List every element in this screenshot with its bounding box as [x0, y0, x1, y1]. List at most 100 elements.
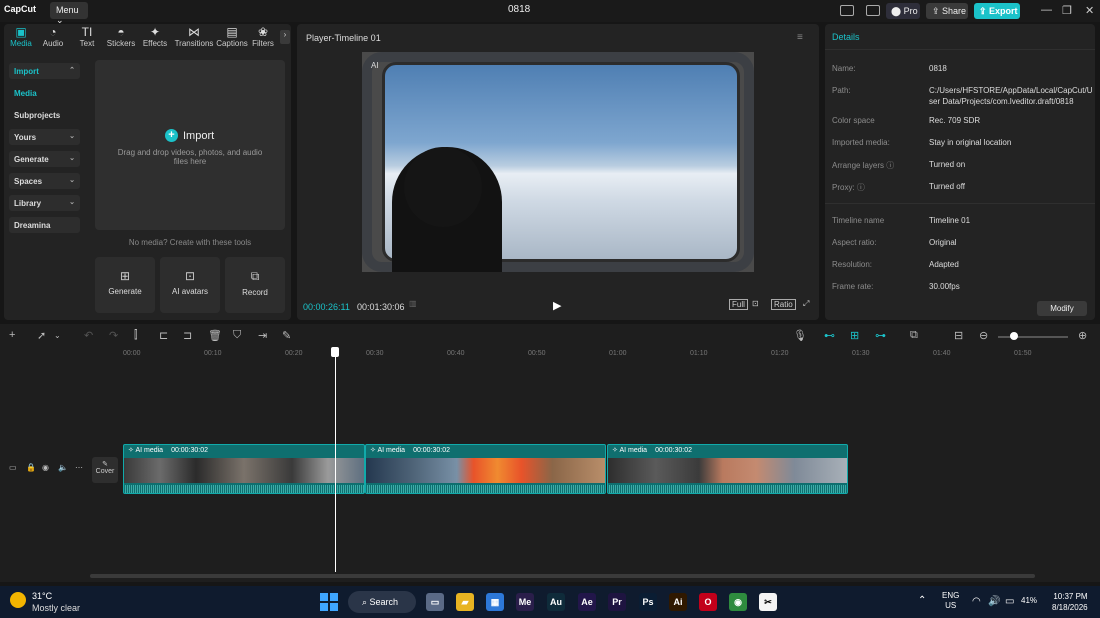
select-tool-icon[interactable]: ➚ [37, 329, 46, 342]
player-menu-icon[interactable]: ≡ [797, 32, 803, 43]
record-tool-card[interactable]: ⧉ Record [225, 257, 285, 313]
add-track-icon[interactable]: + [9, 329, 15, 341]
clock[interactable]: 10:37 PM 8/18/2026 [1052, 591, 1088, 613]
folder-icon[interactable]: ▰ [456, 593, 474, 611]
capcut-icon[interactable]: ✂ [759, 593, 777, 611]
share-button[interactable]: ⇪ Share [926, 3, 968, 19]
full-button[interactable]: Full [729, 299, 748, 310]
main-track-magnet-icon[interactable]: ⊷ [824, 329, 835, 342]
undo-icon[interactable]: ↶ [84, 329, 93, 342]
tab-text[interactable]: TI Text [70, 26, 104, 49]
tab-stickers[interactable]: ◓ Stickers [104, 26, 138, 49]
more-icon[interactable]: ⋯ [75, 463, 83, 472]
layout-icon[interactable] [840, 5, 854, 16]
export-button[interactable]: ⇪ Export [974, 3, 1020, 19]
details-panel: Details Name: 0818 Path: C:/Users/HFSTOR… [825, 24, 1095, 320]
linkage-icon[interactable]: ⊶ [875, 329, 886, 342]
lock-icon[interactable]: 🔒 [26, 463, 36, 472]
speaker-icon[interactable]: 🔈 [58, 463, 68, 472]
windows-start-icon[interactable] [320, 593, 338, 611]
shortcuts-icon[interactable] [866, 5, 880, 16]
volume-icon[interactable]: 🔊 [988, 596, 1000, 607]
menu-button[interactable]: Menu ⌄ [50, 2, 88, 25]
sidebar-item-generate[interactable]: Generate ⌄ [9, 151, 80, 167]
auto-snap-icon[interactable]: ⊞ [850, 329, 859, 342]
tab-filters[interactable]: ❀ Filters [248, 26, 278, 49]
zoom-slider-thumb[interactable] [1010, 332, 1018, 340]
time-ruler[interactable]: 00:00 00:10 00:20 00:30 00:40 00:50 01:00 01:10… [90, 348, 1100, 362]
photoshop-icon[interactable]: Ps [639, 593, 657, 611]
ratio-button[interactable]: Ratio [771, 299, 796, 310]
store-icon[interactable]: ▦ [486, 593, 504, 611]
track-thumbnail-icon[interactable]: ▭ [9, 463, 17, 472]
split-right-icon[interactable]: ⊐ [183, 329, 192, 342]
wifi-icon[interactable]: ◠ [972, 596, 981, 607]
preview-axis-icon[interactable]: ⧉ [910, 329, 918, 342]
chevron-up-icon[interactable]: ⌃ [918, 595, 926, 606]
delete-icon[interactable]: 🗑 [208, 329, 222, 342]
record-icon: ⧉ [250, 269, 260, 283]
maximize-button[interactable]: ❐ [1062, 4, 1072, 17]
microphone-icon[interactable]: 🎙 [793, 329, 807, 342]
sidebar-item-yours[interactable]: Yours ⌄ [9, 129, 80, 145]
tab-captions[interactable]: ▤ Captions [214, 26, 250, 49]
cover-button[interactable]: ✎ Cover [92, 457, 118, 483]
timecode-icon[interactable]: ▥ [409, 299, 417, 308]
magic-icon[interactable]: ✎ [282, 329, 291, 342]
ruler-tick-label: 00:20 [285, 350, 303, 357]
fullscreen-icon[interactable]: ⤢ [803, 299, 809, 309]
fit-icon[interactable]: ⊡ [752, 299, 759, 308]
language-indicator[interactable]: ENG US [942, 591, 959, 611]
playhead[interactable] [335, 350, 336, 572]
play-icon[interactable]: ▶ [553, 299, 561, 312]
chevron-down-icon[interactable]: ⌄ [54, 331, 61, 340]
tab-audio[interactable]: ◔ Audio [36, 26, 70, 49]
marker-icon[interactable]: ⛉ [233, 329, 241, 342]
close-button[interactable]: ✕ [1085, 4, 1094, 17]
tab-effects[interactable]: ✦ Effects [138, 26, 172, 49]
freeze-icon[interactable]: ⇥ [258, 329, 267, 342]
premiere-icon[interactable]: Pr [608, 593, 626, 611]
tab-transitions[interactable]: ⋈ Transitions [174, 26, 214, 49]
split-left-icon[interactable]: ⊏ [159, 329, 168, 342]
sidebar-item-library[interactable]: Library ⌄ [9, 195, 80, 211]
sidebar-item-dreamina[interactable]: Dreamina [9, 217, 80, 233]
child-head [404, 147, 482, 227]
eye-icon[interactable]: ◉ [42, 463, 49, 472]
sidebar-item-media[interactable]: Media [9, 85, 80, 101]
split-icon[interactable]: ⫿ [134, 329, 138, 342]
illustrator-icon[interactable]: Ai [669, 593, 687, 611]
zoom-out-icon[interactable]: ⊖ [979, 329, 988, 342]
file-explorer-icon[interactable]: ▭ [426, 593, 444, 611]
weather-icon[interactable] [10, 592, 26, 608]
after-effects-icon[interactable]: Ae [578, 593, 596, 611]
minimize-button[interactable]: — [1041, 4, 1052, 16]
modify-button[interactable]: Modify [1037, 301, 1087, 316]
tabs-scroll-right-button[interactable]: › [280, 30, 290, 44]
tab-media[interactable]: ▣ Media [4, 26, 38, 49]
playhead-handle[interactable] [331, 347, 339, 357]
video-clip[interactable]: ✧ AI media 00:00:30:02 [123, 444, 365, 494]
ai-avatars-tool-card[interactable]: ⊡ AI avatars [160, 257, 220, 313]
ai-watermark: AI [371, 61, 379, 70]
taskbar-search[interactable]: ⌕ Search [348, 591, 416, 613]
generate-tool-card[interactable]: ⊞ Generate [95, 257, 155, 313]
pro-button[interactable]: ⬤ Pro [886, 3, 920, 19]
redo-icon[interactable]: ↷ [109, 329, 118, 342]
horizontal-scrollbar[interactable] [90, 574, 1035, 578]
battery-icon[interactable]: ▭ [1005, 596, 1014, 607]
zoom-slider[interactable] [998, 336, 1068, 338]
sidebar-item-spaces[interactable]: Spaces ⌄ [9, 173, 80, 189]
import-drop-zone[interactable]: + Import Drag and drop videos, photos, a… [95, 60, 285, 230]
chrome-icon[interactable]: ◉ [729, 593, 747, 611]
sidebar-item-import[interactable]: Import ⌃ [9, 63, 80, 79]
video-clip[interactable]: ✧ AI media 00:00:30:02 [607, 444, 848, 494]
sidebar-item-subprojects[interactable]: Subprojects [9, 107, 80, 123]
video-clip[interactable]: ✧ AI media 00:00:30:02 [365, 444, 606, 494]
media-encoder-icon[interactable]: Me [516, 593, 534, 611]
audition-icon[interactable]: Au [547, 593, 565, 611]
zoom-in-icon[interactable]: ⊕ [1078, 329, 1087, 342]
fit-timeline-icon[interactable]: ⊟ [954, 329, 963, 342]
opera-icon[interactable]: O [699, 593, 717, 611]
video-preview[interactable]: AI [362, 52, 754, 272]
